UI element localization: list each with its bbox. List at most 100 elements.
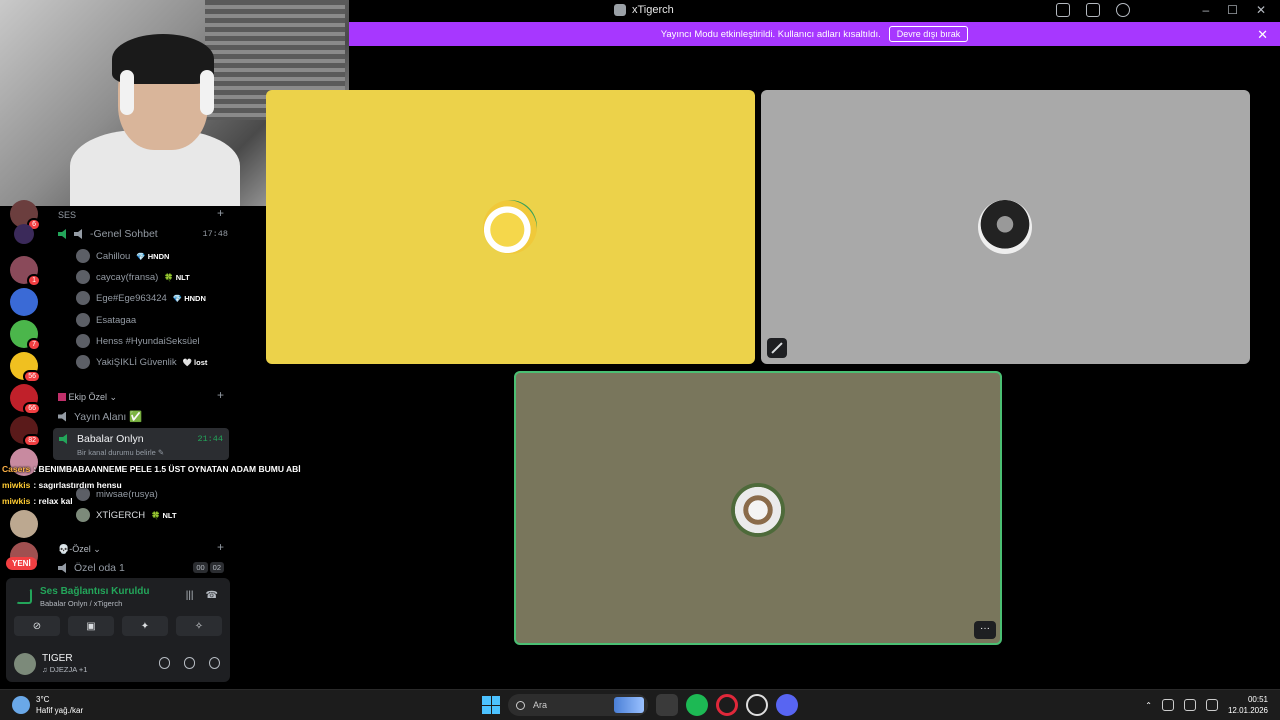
- opera-gx-icon[interactable]: [716, 694, 738, 716]
- section-ozel-header[interactable]: 💀-Özel ⌄: [58, 544, 101, 555]
- channel-name: Babalar Onlyn: [77, 433, 144, 445]
- activities-button[interactable]: ✦: [122, 616, 168, 636]
- disconnect-icon[interactable]: ☎: [206, 590, 218, 601]
- server-icon[interactable]: 82: [10, 416, 41, 447]
- voice-user[interactable]: Cahillou 💎 HNDN: [76, 249, 169, 263]
- voice-location[interactable]: Babalar Onlyn / xTigerch: [40, 599, 122, 608]
- taskbar-apps: Ara: [482, 694, 798, 716]
- new-badge[interactable]: YENİ: [6, 557, 37, 570]
- voice-user[interactable]: Esatagaa: [76, 313, 136, 327]
- voice-user[interactable]: Henss #HyundaiSeksüel: [76, 334, 200, 348]
- soundboard-button[interactable]: ✧: [176, 616, 222, 636]
- channel-timer: 21:44: [197, 434, 223, 444]
- avatar: [483, 200, 537, 254]
- voice-status[interactable]: Ses Bağlantısı Kuruldu: [40, 586, 149, 597]
- weather-widget[interactable]: 3°C Hafif yağ./kar: [12, 694, 83, 716]
- server-icon[interactable]: [10, 288, 38, 316]
- server-icon[interactable]: [14, 224, 34, 244]
- title-bar-tools: [1056, 3, 1130, 17]
- help-icon[interactable]: [1116, 3, 1130, 17]
- voice-user[interactable]: YakiŞIKLİ Güvenlik 🤍 lost: [76, 355, 207, 369]
- server-icon[interactable]: 7: [10, 320, 41, 351]
- search-placeholder: Ara: [533, 700, 548, 710]
- voice-channel-yayin[interactable]: Yayın Alanı ✅: [58, 410, 228, 423]
- avatar[interactable]: [14, 653, 36, 675]
- taskbar-search[interactable]: Ara: [508, 694, 648, 716]
- user-count: 00: [193, 562, 208, 573]
- mic-tray-icon[interactable]: [1161, 699, 1174, 711]
- more-options-button[interactable]: ···: [974, 621, 996, 639]
- avatar: [978, 200, 1032, 254]
- close-window-button[interactable]: ✕: [1256, 3, 1266, 17]
- screen-share-button[interactable]: ▣: [68, 616, 114, 636]
- window-controls: – ☐ ✕: [1202, 3, 1266, 17]
- streamer-mode-banner: Yayıncı Modu etkinleştirildi. Kullanıcı …: [349, 22, 1280, 46]
- muted-icon: [767, 338, 787, 358]
- weather-icon: [12, 696, 30, 714]
- voice-user[interactable]: Ege#Ege963424 💎 HNDN: [76, 291, 206, 305]
- banner-close-icon[interactable]: ✕: [1257, 27, 1268, 43]
- system-tray: ⌃ 00:51 12.01.2026: [1145, 694, 1268, 716]
- channel-user-limit: 00 02: [193, 562, 224, 573]
- section-voice-header[interactable]: SES: [58, 210, 76, 220]
- disable-streamer-mode-button[interactable]: Devre dışı bırak: [888, 26, 969, 42]
- flag-icon[interactable]: [1056, 3, 1070, 17]
- participant-tile[interactable]: [761, 90, 1250, 364]
- network-icon[interactable]: [1183, 699, 1196, 711]
- server-icon[interactable]: 56: [10, 352, 41, 383]
- headset-right: [200, 70, 214, 115]
- window-title: xTigerch: [614, 4, 674, 16]
- microphone-icon[interactable]: [159, 657, 170, 669]
- section-ekip-header[interactable]: Ekip Özel ⌄: [58, 392, 117, 403]
- avatar: [76, 508, 90, 522]
- channel-status[interactable]: Bir kanal durumu belirle ✎: [77, 448, 164, 457]
- search-icon: [516, 700, 525, 710]
- clock-time: 00:51: [1247, 695, 1268, 704]
- server-rail: 6 1 7 56 66 82: [0, 200, 48, 580]
- spotify-icon[interactable]: [686, 694, 708, 716]
- speaker-icon: [58, 563, 66, 573]
- camera-off-button[interactable]: ⊘: [14, 616, 60, 636]
- chat-text: : relax kal: [33, 496, 73, 506]
- maximize-button[interactable]: ☐: [1227, 3, 1238, 17]
- participant-tile-speaking[interactable]: ···: [514, 371, 1002, 645]
- noise-suppression-icon[interactable]: |||: [186, 590, 194, 601]
- add-channel-icon[interactable]: +: [217, 206, 224, 220]
- steam-icon[interactable]: [746, 694, 768, 716]
- weather-desc: Hafif yağ./kar: [36, 706, 84, 715]
- settings-gear-icon[interactable]: [209, 657, 220, 669]
- server-icon[interactable]: 66: [10, 384, 41, 415]
- clock[interactable]: 00:51 12.01.2026: [1228, 694, 1268, 716]
- minimize-button[interactable]: –: [1202, 3, 1209, 17]
- channel-name: Özel oda 1: [74, 562, 125, 574]
- voice-channel-active[interactable]: Babalar Onlyn Bir kanal durumu belirle ✎…: [53, 428, 229, 460]
- voice-user[interactable]: XTİGERCH 🍀 NLT: [76, 508, 177, 522]
- chevron-up-icon[interactable]: ⌃: [1145, 701, 1152, 710]
- server-badge: 7: [27, 338, 41, 351]
- search-highlight-image: [614, 697, 644, 713]
- voice-channel-genel[interactable]: -Genel Sohbet 17:48: [58, 228, 228, 240]
- voice-panel-controls: ||| ☎: [186, 590, 218, 601]
- user-status: ♫ DJEZJA +1: [42, 665, 88, 674]
- volume-icon[interactable]: [1205, 699, 1218, 711]
- signal-icon: [16, 588, 32, 604]
- participant-tile[interactable]: [266, 90, 755, 364]
- server-icon[interactable]: 1: [10, 256, 41, 287]
- inbox-icon[interactable]: [1086, 3, 1100, 17]
- headset-left: [120, 70, 134, 115]
- windows-start-icon[interactable]: [482, 696, 500, 714]
- voice-action-buttons: ⊘ ▣ ✦ ✧: [14, 616, 222, 636]
- headphones-icon[interactable]: [184, 657, 195, 669]
- user-tag: 💎 HNDN: [136, 251, 170, 261]
- voice-user-name: Esatagaa: [96, 314, 137, 326]
- discord-icon[interactable]: [776, 694, 798, 716]
- file-explorer-icon[interactable]: [656, 694, 678, 716]
- add-channel-icon[interactable]: +: [217, 540, 224, 554]
- server-badge: 56: [23, 370, 41, 383]
- user-panel: TIGER ♫ DJEZJA +1: [12, 650, 224, 678]
- add-channel-icon[interactable]: +: [217, 388, 224, 402]
- server-icon[interactable]: [10, 510, 38, 538]
- voice-user-name: XTİGERCH: [96, 509, 146, 521]
- voice-user[interactable]: caycay(fransa) 🍀 NLT: [76, 270, 190, 284]
- window-title-text: xTigerch: [632, 4, 674, 16]
